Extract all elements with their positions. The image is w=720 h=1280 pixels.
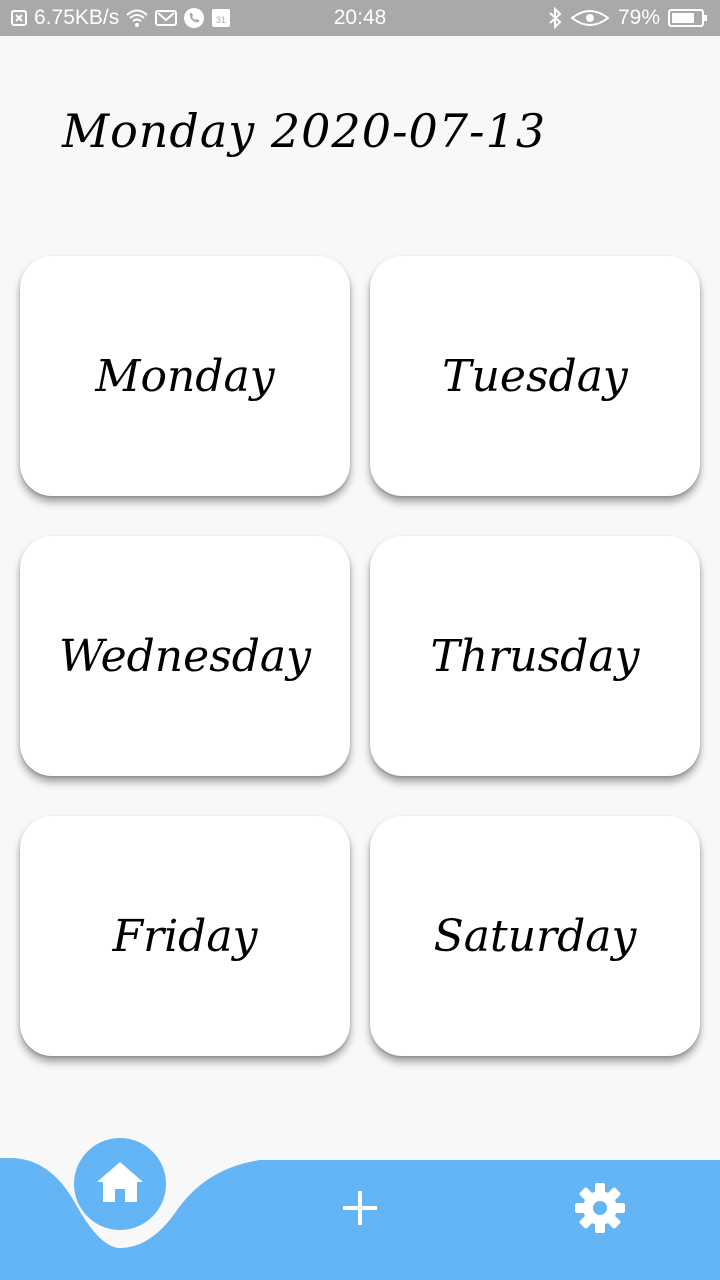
day-card-label: Saturday <box>433 910 637 962</box>
day-card-label: Monday <box>95 350 275 402</box>
gear-icon <box>574 1182 626 1238</box>
day-card-label: Thrusday <box>430 630 640 682</box>
day-card-saturday[interactable]: Saturday <box>370 816 700 1056</box>
day-card-label: Wednesday <box>58 630 312 682</box>
day-card-wednesday[interactable]: Wednesday <box>20 536 350 776</box>
nav-add-button[interactable] <box>330 1180 390 1240</box>
nav-home-button[interactable] <box>74 1138 166 1230</box>
nav-settings-button[interactable] <box>570 1180 630 1240</box>
day-card-tuesday[interactable]: Tuesday <box>370 256 700 496</box>
home-icon <box>95 1160 145 1208</box>
plus-icon <box>340 1188 380 1232</box>
day-card-label: Friday <box>112 910 258 962</box>
day-card-friday[interactable]: Friday <box>20 816 350 1056</box>
day-card-monday[interactable]: Monday <box>20 256 350 496</box>
day-card-thursday[interactable]: Thrusday <box>370 536 700 776</box>
day-grid: Monday Tuesday Wednesday Thrusday Friday… <box>0 0 720 1280</box>
day-card-label: Tuesday <box>442 350 628 402</box>
